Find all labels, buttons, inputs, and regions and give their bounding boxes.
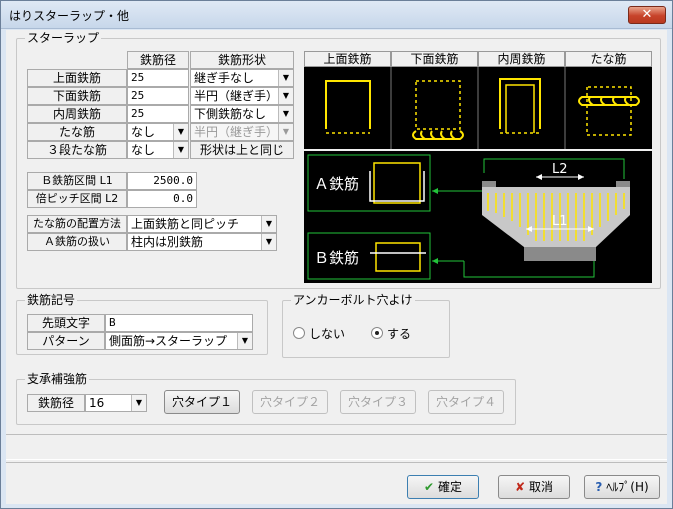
check-icon: ✔	[423, 480, 435, 494]
tana-shape-select: 半円（継ぎ手） ▼	[190, 123, 294, 141]
chevron-down-icon[interactable]: ▼	[131, 395, 146, 411]
rebar-symbol-legend: 鉄筋記号	[25, 293, 78, 307]
tana3-shape-text: 形状は上と同じ	[190, 141, 294, 159]
bearing-legend: 支承補強筋	[25, 372, 90, 386]
stirrup-shape-preview	[304, 67, 652, 149]
chevron-down-icon[interactable]: ▼	[173, 142, 188, 158]
footer-divider	[6, 462, 667, 463]
a-bar-caption: Ａ鉄筋	[314, 175, 359, 193]
l1-label: L1	[552, 214, 568, 229]
prefix-label: 先頭文字	[27, 314, 105, 332]
tana-method-select[interactable]: 上面鉄筋と同ピッチ ▼	[127, 215, 277, 233]
anchor-yes-label[interactable]: する	[387, 325, 411, 342]
inner-bar-shape	[499, 78, 541, 134]
anchor-group: アンカーボルト穴よけ しない する	[282, 293, 450, 358]
inner-diameter-field[interactable]: 25	[127, 105, 189, 123]
row-label-bottom: 下面鉄筋	[27, 87, 127, 105]
title-bar[interactable]: はりスターラップ・他 ✕	[1, 1, 672, 29]
pattern-value: 側面筋→スターラップ	[109, 334, 228, 348]
cancel-button[interactable]: ✘ 取消	[498, 475, 570, 499]
chevron-down-icon[interactable]: ▼	[278, 106, 293, 122]
preview-header-bottom: 下面鉄筋	[391, 51, 478, 67]
pier-diagram: Ａ鉄筋 Ｂ鉄筋 L2 L1	[304, 151, 652, 283]
bearing-diameter-value: 16	[89, 396, 105, 410]
bearing-group: 支承補強筋 鉄筋径 16 ▼ 穴タイプ１ 穴タイプ２ 穴タイプ３ 穴タイプ４	[16, 372, 516, 425]
double-pitch-field[interactable]: 0.0	[127, 190, 197, 208]
b-interval-label: Ｂ鉄筋区間 L1	[27, 172, 127, 190]
confirm-label: 確定	[438, 480, 463, 494]
hole-type-2-button: 穴タイプ２	[252, 390, 328, 414]
top-bar-shape	[325, 80, 371, 134]
rebar-symbol-group: 鉄筋記号 先頭文字 B パターン 側面筋→スターラップ ▼	[16, 293, 268, 355]
bottom-shape-value: 半円（継ぎ手）	[194, 89, 279, 103]
preview-header-tana: たな筋	[565, 51, 652, 67]
stirrup-legend: スターラップ	[25, 31, 102, 45]
top-diameter-field[interactable]: 25	[127, 69, 189, 87]
double-pitch-label: 倍ピッチ区間 L2	[27, 190, 127, 208]
inner-shape-select[interactable]: 下側鉄筋なし ▼	[190, 105, 294, 123]
preview-header-inner: 内周鉄筋	[478, 51, 565, 67]
help-label: ﾍﾙﾌﾟ(H)	[606, 480, 649, 494]
dialog-window: はりスターラップ・他 ✕ スターラップ 鉄筋径 鉄筋形状 上面鉄筋 25 継ぎ手…	[0, 0, 673, 509]
b-bar-caption: Ｂ鉄筋	[314, 249, 359, 267]
bottom-bar-shape	[412, 80, 464, 140]
pattern-select[interactable]: 側面筋→スターラップ ▼	[105, 332, 253, 350]
chevron-down-icon[interactable]: ▼	[261, 234, 276, 250]
cross-icon: ✘	[514, 480, 526, 494]
top-shape-select[interactable]: 継ぎ手なし ▼	[190, 69, 294, 87]
tana-diameter-value: なし	[131, 125, 156, 139]
anchor-legend: アンカーボルト穴よけ	[291, 293, 415, 307]
preview-header-top: 上面鉄筋	[304, 51, 391, 67]
confirm-button[interactable]: ✔ 確定	[407, 475, 479, 499]
hole-type-1-button[interactable]: 穴タイプ１	[164, 390, 240, 414]
stirrup-group: スターラップ 鉄筋径 鉄筋形状 上面鉄筋 25 継ぎ手なし ▼ 下面鉄筋 25 半…	[16, 31, 661, 289]
question-icon: ?	[595, 480, 603, 494]
tana3-diameter-select[interactable]: なし ▼	[127, 141, 189, 159]
l2-label: L2	[552, 162, 568, 177]
col-header-diameter: 鉄筋径	[127, 51, 189, 69]
row-label-tana3: ３段たな筋	[27, 141, 127, 159]
status-bar	[6, 434, 667, 460]
a-bar-label: Ａ鉄筋の扱い	[27, 233, 127, 251]
chevron-down-icon[interactable]: ▼	[278, 70, 293, 86]
bottom-shape-select[interactable]: 半円（継ぎ手） ▼	[190, 87, 294, 105]
row-label-tana: たな筋	[27, 123, 127, 141]
bearing-diameter-label: 鉄筋径	[27, 394, 85, 412]
window-title: はりスターラップ・他	[9, 9, 130, 23]
col-header-shape: 鉄筋形状	[190, 51, 294, 69]
bottom-diameter-field[interactable]: 25	[127, 87, 189, 105]
tana-diameter-select[interactable]: なし ▼	[127, 123, 189, 141]
anchor-no-radio[interactable]	[293, 327, 305, 339]
hole-type-4-button: 穴タイプ４	[428, 390, 504, 414]
help-button[interactable]: ? ﾍﾙﾌﾟ(H)	[584, 475, 660, 499]
client-area: スターラップ 鉄筋径 鉄筋形状 上面鉄筋 25 継ぎ手なし ▼ 下面鉄筋 25 半…	[6, 30, 667, 504]
row-label-inner: 内周鉄筋	[27, 105, 127, 123]
bearing-diameter-select[interactable]: 16 ▼	[85, 394, 147, 412]
chevron-down-icon[interactable]: ▼	[261, 216, 276, 232]
chevron-down-icon[interactable]: ▼	[173, 124, 188, 140]
prefix-input[interactable]: B	[105, 314, 253, 332]
a-bar-select[interactable]: 柱内は別鉄筋 ▼	[127, 233, 277, 251]
tana3-diameter-value: なし	[131, 143, 156, 157]
chevron-down-icon[interactable]: ▼	[237, 333, 252, 349]
top-shape-value: 継ぎ手なし	[194, 71, 255, 85]
tana-shape-value: 半円（継ぎ手）	[194, 125, 279, 139]
close-button[interactable]: ✕	[628, 6, 666, 24]
pattern-label: パターン	[27, 332, 105, 350]
cancel-label: 取消	[529, 480, 554, 494]
b-interval-field[interactable]: 2500.0	[127, 172, 197, 190]
row-label-top: 上面鉄筋	[27, 69, 127, 87]
tana-method-label: たな筋の配置方法	[27, 215, 127, 233]
chevron-down-icon[interactable]: ▼	[278, 88, 293, 104]
anchor-no-label[interactable]: しない	[309, 325, 345, 342]
hole-type-3-button: 穴タイプ３	[340, 390, 416, 414]
chevron-down-icon: ▼	[278, 124, 293, 140]
inner-shape-value: 下側鉄筋なし	[194, 107, 267, 121]
anchor-yes-radio[interactable]	[371, 327, 383, 339]
tana-method-value: 上面鉄筋と同ピッチ	[131, 217, 240, 231]
tana-bar-shape	[578, 86, 640, 136]
a-bar-value: 柱内は別鉄筋	[131, 235, 204, 249]
